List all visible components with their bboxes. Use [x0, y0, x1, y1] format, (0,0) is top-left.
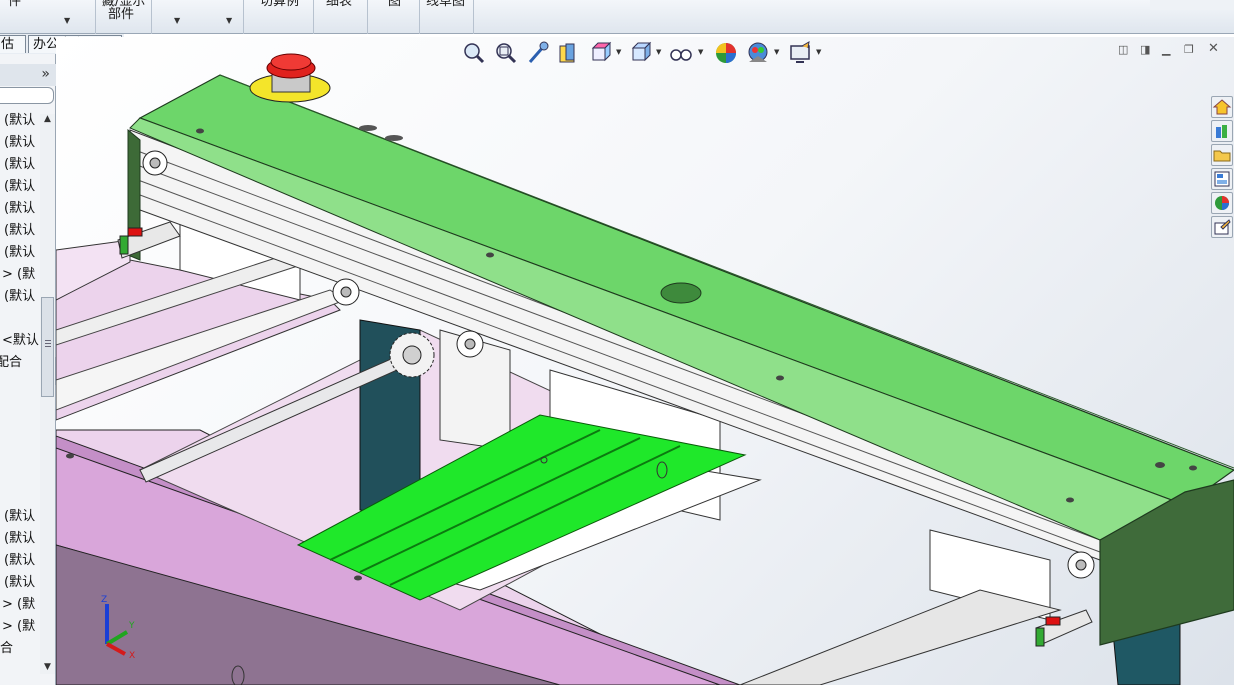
custom-properties-icon[interactable]: [1211, 216, 1233, 238]
tree-item[interactable]: (默认: [4, 571, 35, 590]
tile-left-icon[interactable]: ◫: [1118, 43, 1128, 56]
exploded-view-button[interactable]: 切算例: [244, 0, 314, 34]
file-explorer-icon[interactable]: [1211, 144, 1233, 166]
tree-item[interactable]: > (默: [2, 593, 35, 612]
tree-scrollbar[interactable]: ▲ ▼: [40, 114, 55, 674]
triad-z-label: Z: [101, 595, 107, 605]
view-orientation-icon[interactable]: [588, 40, 612, 66]
dropdown-arrow-icon[interactable]: ▼: [698, 48, 703, 56]
view-triad: Z Y X: [101, 595, 135, 661]
scroll-up-icon[interactable]: ▲: [41, 114, 54, 124]
tree-item[interactable]: (默认: [4, 505, 35, 524]
design-library-icon[interactable]: [1211, 120, 1233, 142]
dropdown-arrow-icon[interactable]: ▼: [174, 16, 180, 25]
mates-folder[interactable]: 合: [0, 637, 13, 656]
command-ribbon: 件 ▼ 藏/显示 部件 ▼ ▼ 切算例 细表 图 线草图: [0, 0, 1234, 34]
hide-show-components-button[interactable]: 藏/显示 部件: [96, 0, 152, 34]
tree-item[interactable]: (默认: [4, 527, 35, 546]
dropdown-arrow-icon[interactable]: ▼: [774, 48, 779, 56]
scrollbar-thumb[interactable]: [41, 297, 54, 397]
ribbon-item-label: 部件: [108, 7, 135, 22]
ribbon-item-label: 图: [388, 0, 402, 9]
ribbon-group-6[interactable]: 图: [368, 0, 420, 34]
tab-evaluate[interactable]: 估: [0, 35, 26, 53]
3d-sketch-button[interactable]: 线草图: [420, 0, 474, 34]
view-palette-icon[interactable]: [1211, 168, 1233, 190]
tree-item[interactable]: (默认: [4, 153, 35, 172]
ribbon-item-label: 切算例: [260, 0, 300, 9]
ribbon-item-label: 细表: [326, 0, 353, 9]
dropdown-arrow-icon[interactable]: ▼: [656, 48, 661, 56]
tree-item[interactable]: (默认: [4, 197, 35, 216]
tree-item[interactable]: (默认: [4, 109, 35, 128]
tree-item[interactable]: (默认: [4, 131, 35, 150]
tree-item[interactable]: <默认: [2, 329, 39, 348]
appearances-icon[interactable]: [1211, 192, 1233, 214]
tile-right-icon[interactable]: ◨: [1140, 43, 1150, 56]
tree-item[interactable]: (默认: [4, 241, 35, 260]
solidworks-window: 件 ▼ 藏/显示 部件 ▼ ▼ 切算例 细表 图 线草图 估 办公室产品: [0, 0, 1234, 685]
bill-of-materials-button[interactable]: 细表: [314, 0, 368, 34]
ribbon-group-1[interactable]: 件 ▼: [0, 0, 96, 34]
tree-item[interactable]: (默认: [4, 285, 35, 304]
zoom-to-fit-icon[interactable]: [462, 40, 486, 66]
display-style-icon[interactable]: [628, 40, 652, 66]
ribbon-edge: [1150, 0, 1234, 10]
assembly-model-view[interactable]: [56, 37, 1234, 685]
dropdown-arrow-icon[interactable]: ▼: [616, 48, 621, 56]
edit-appearance-icon[interactable]: [714, 40, 738, 66]
scroll-down-icon[interactable]: ▼: [41, 662, 54, 672]
tree-item[interactable]: > (默: [2, 615, 35, 634]
tree-item[interactable]: > (默: [2, 263, 35, 282]
ribbon-group-3[interactable]: ▼ ▼: [152, 0, 244, 34]
feature-manager-tree: » (默认 (默认 (默认 (默认 (默认 (默认 (默认 > (默 (默认 <…: [0, 54, 56, 685]
apply-scene-icon[interactable]: [746, 40, 770, 66]
expand-panel-icon[interactable]: »: [41, 66, 50, 82]
dropdown-arrow-icon[interactable]: ▼: [226, 16, 232, 25]
mates-folder[interactable]: 配合: [0, 351, 22, 370]
view-settings-icon[interactable]: [788, 40, 812, 66]
dropdown-arrow-icon[interactable]: ▼: [816, 48, 821, 56]
resources-home-icon[interactable]: [1211, 96, 1233, 118]
hide-show-items-icon[interactable]: [668, 40, 692, 66]
close-icon[interactable]: ✕: [1208, 41, 1219, 56]
ribbon-item-label: 线草图: [426, 0, 466, 9]
tree-item[interactable]: (默认: [4, 219, 35, 238]
graphics-area[interactable]: Z Y X: [56, 37, 1234, 685]
section-view-icon[interactable]: [556, 40, 580, 66]
tree-filter-input[interactable]: [0, 87, 54, 104]
tree-item[interactable]: (默认: [4, 549, 35, 568]
tree-item[interactable]: (默认: [4, 175, 35, 194]
restore-icon[interactable]: ❐: [1184, 43, 1194, 56]
minimize-icon[interactable]: ▁: [1162, 43, 1170, 56]
triad-y-label: Y: [128, 621, 135, 631]
tree-header: »: [0, 64, 56, 86]
ribbon-item-label: 件: [8, 0, 22, 9]
dropdown-arrow-icon[interactable]: ▼: [64, 16, 70, 25]
previous-view-icon[interactable]: [526, 40, 550, 66]
triad-x-label: X: [129, 651, 135, 661]
zoom-to-area-icon[interactable]: [494, 40, 518, 66]
